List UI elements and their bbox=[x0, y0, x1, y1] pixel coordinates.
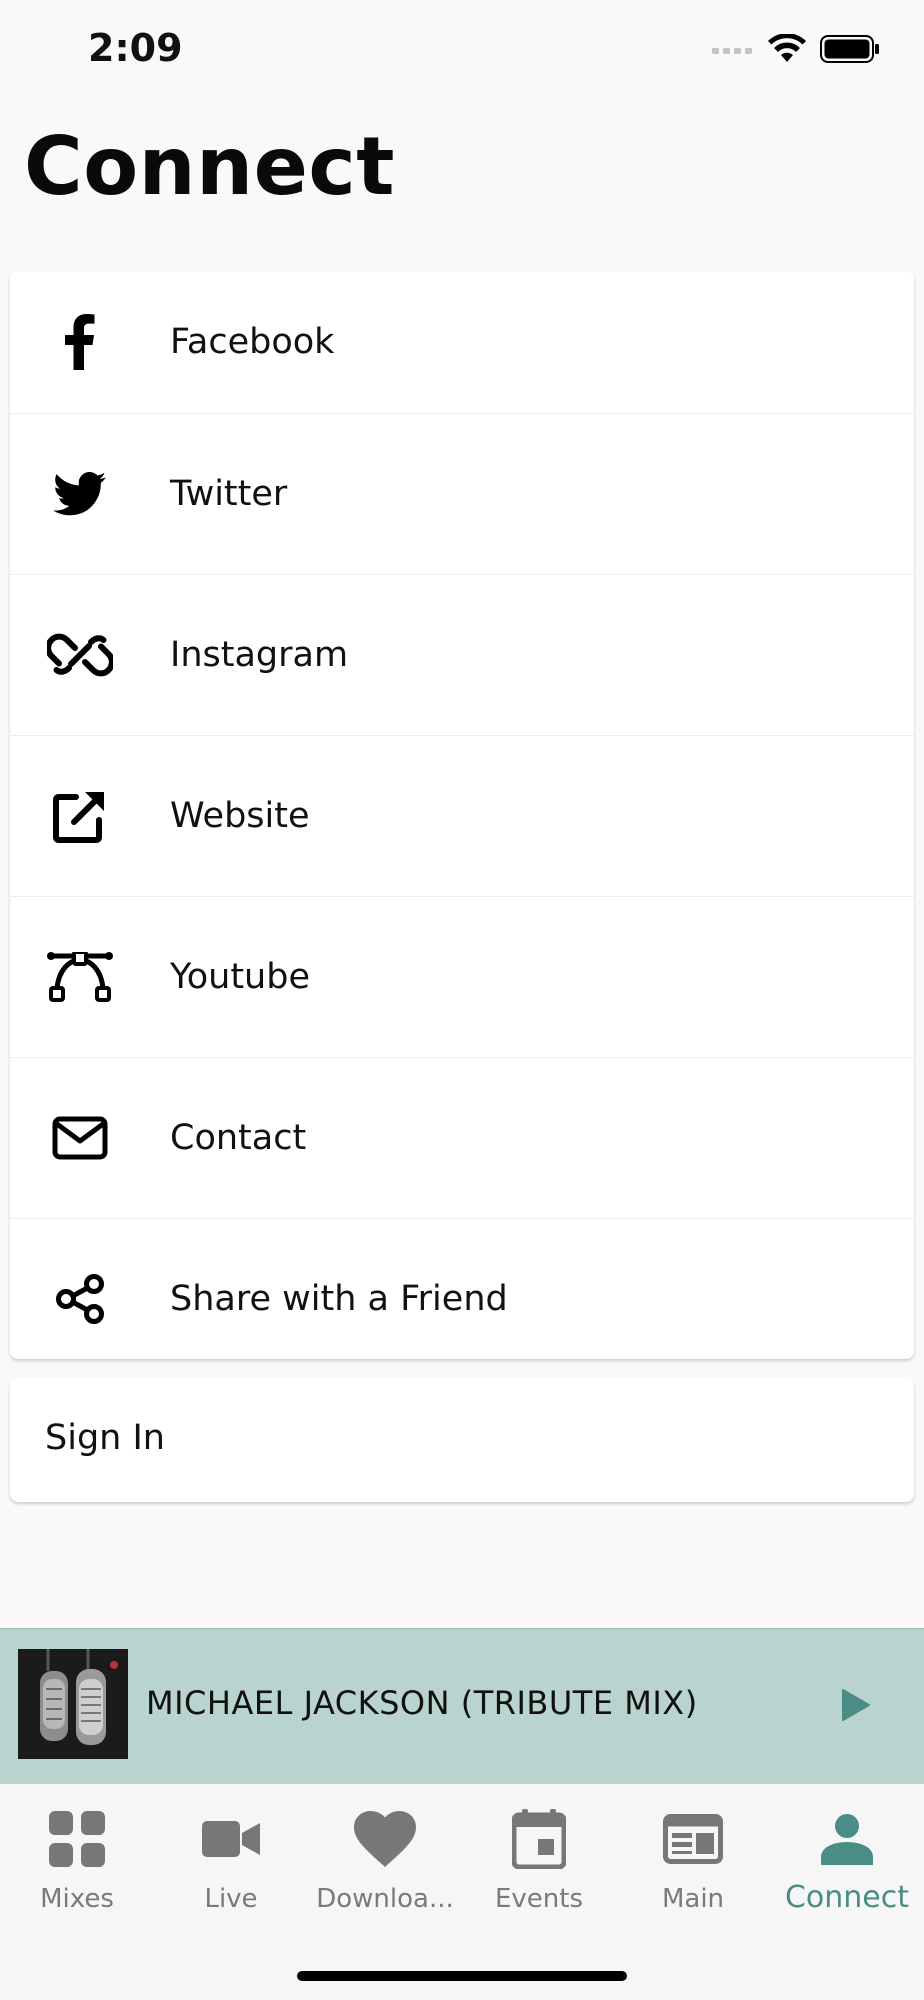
home-indicator bbox=[297, 1971, 627, 1981]
mini-player[interactable]: MICHAEL JACKSON (TRIBUTE MIX) bbox=[0, 1628, 924, 1784]
link-label: Contact bbox=[170, 1118, 307, 1158]
link-label: Share with a Friend bbox=[170, 1279, 508, 1319]
share-icon bbox=[44, 1263, 116, 1335]
tab-label: Mixes bbox=[40, 1884, 114, 1914]
tab-label: Events bbox=[494, 1884, 584, 1914]
album-art bbox=[18, 1649, 128, 1759]
tab-events[interactable]: Events bbox=[462, 1804, 616, 1924]
tab-label: Connect bbox=[784, 1880, 910, 1915]
link-label: Website bbox=[170, 796, 310, 836]
link-label: Youtube bbox=[170, 957, 310, 997]
status-icons bbox=[712, 33, 880, 68]
external-link-icon bbox=[44, 780, 116, 852]
play-button[interactable] bbox=[828, 1677, 884, 1733]
link-youtube[interactable]: Youtube bbox=[10, 897, 914, 1058]
link-facebook[interactable]: Facebook bbox=[10, 271, 914, 414]
bezier-curve-icon bbox=[44, 941, 116, 1013]
track-title: MICHAEL JACKSON (TRIBUTE MIX) bbox=[146, 1684, 698, 1722]
link-label: Twitter bbox=[170, 474, 288, 514]
tab-live[interactable]: Live bbox=[154, 1804, 308, 1924]
tab-label: Live bbox=[204, 1884, 258, 1914]
twitter-icon bbox=[44, 458, 116, 530]
connect-links-list: Facebook Twitter Instagram Website Youtu… bbox=[10, 271, 914, 1359]
cellular-signal-icon bbox=[712, 42, 754, 61]
link-instagram[interactable]: Instagram bbox=[10, 575, 914, 736]
tab-main[interactable]: Main bbox=[616, 1804, 770, 1924]
link-icon bbox=[44, 619, 116, 691]
calendar-icon bbox=[462, 1804, 616, 1874]
tab-bar: Mixes Live Downloa... Events Main Connec… bbox=[0, 1784, 924, 2000]
newspaper-icon bbox=[616, 1804, 770, 1874]
link-label: Facebook bbox=[170, 322, 335, 362]
link-label: Instagram bbox=[170, 635, 349, 675]
grid-icon bbox=[0, 1804, 154, 1874]
wifi-icon bbox=[768, 33, 806, 68]
facebook-icon bbox=[44, 306, 116, 378]
user-icon bbox=[770, 1804, 924, 1874]
tab-mixes[interactable]: Mixes bbox=[0, 1804, 154, 1924]
tab-label: Main bbox=[661, 1884, 725, 1914]
tab-label: Downloa... bbox=[316, 1884, 454, 1914]
link-website[interactable]: Website bbox=[10, 736, 914, 897]
envelope-icon bbox=[44, 1102, 116, 1174]
link-contact[interactable]: Contact bbox=[10, 1058, 914, 1219]
page-title: Connect bbox=[24, 120, 395, 213]
status-time: 2:09 bbox=[88, 26, 183, 70]
play-icon bbox=[842, 1689, 870, 1721]
link-twitter[interactable]: Twitter bbox=[10, 414, 914, 575]
heart-icon bbox=[308, 1804, 462, 1874]
video-camera-icon bbox=[154, 1804, 308, 1874]
tab-downloads[interactable]: Downloa... bbox=[308, 1804, 462, 1924]
sign-in-button[interactable]: Sign In bbox=[10, 1378, 914, 1502]
tab-connect[interactable]: Connect bbox=[770, 1804, 924, 1924]
link-share[interactable]: Share with a Friend bbox=[10, 1219, 914, 1379]
sign-in-label: Sign In bbox=[45, 1418, 165, 1458]
battery-icon bbox=[820, 35, 880, 67]
status-bar: 2:09 bbox=[0, 0, 924, 100]
